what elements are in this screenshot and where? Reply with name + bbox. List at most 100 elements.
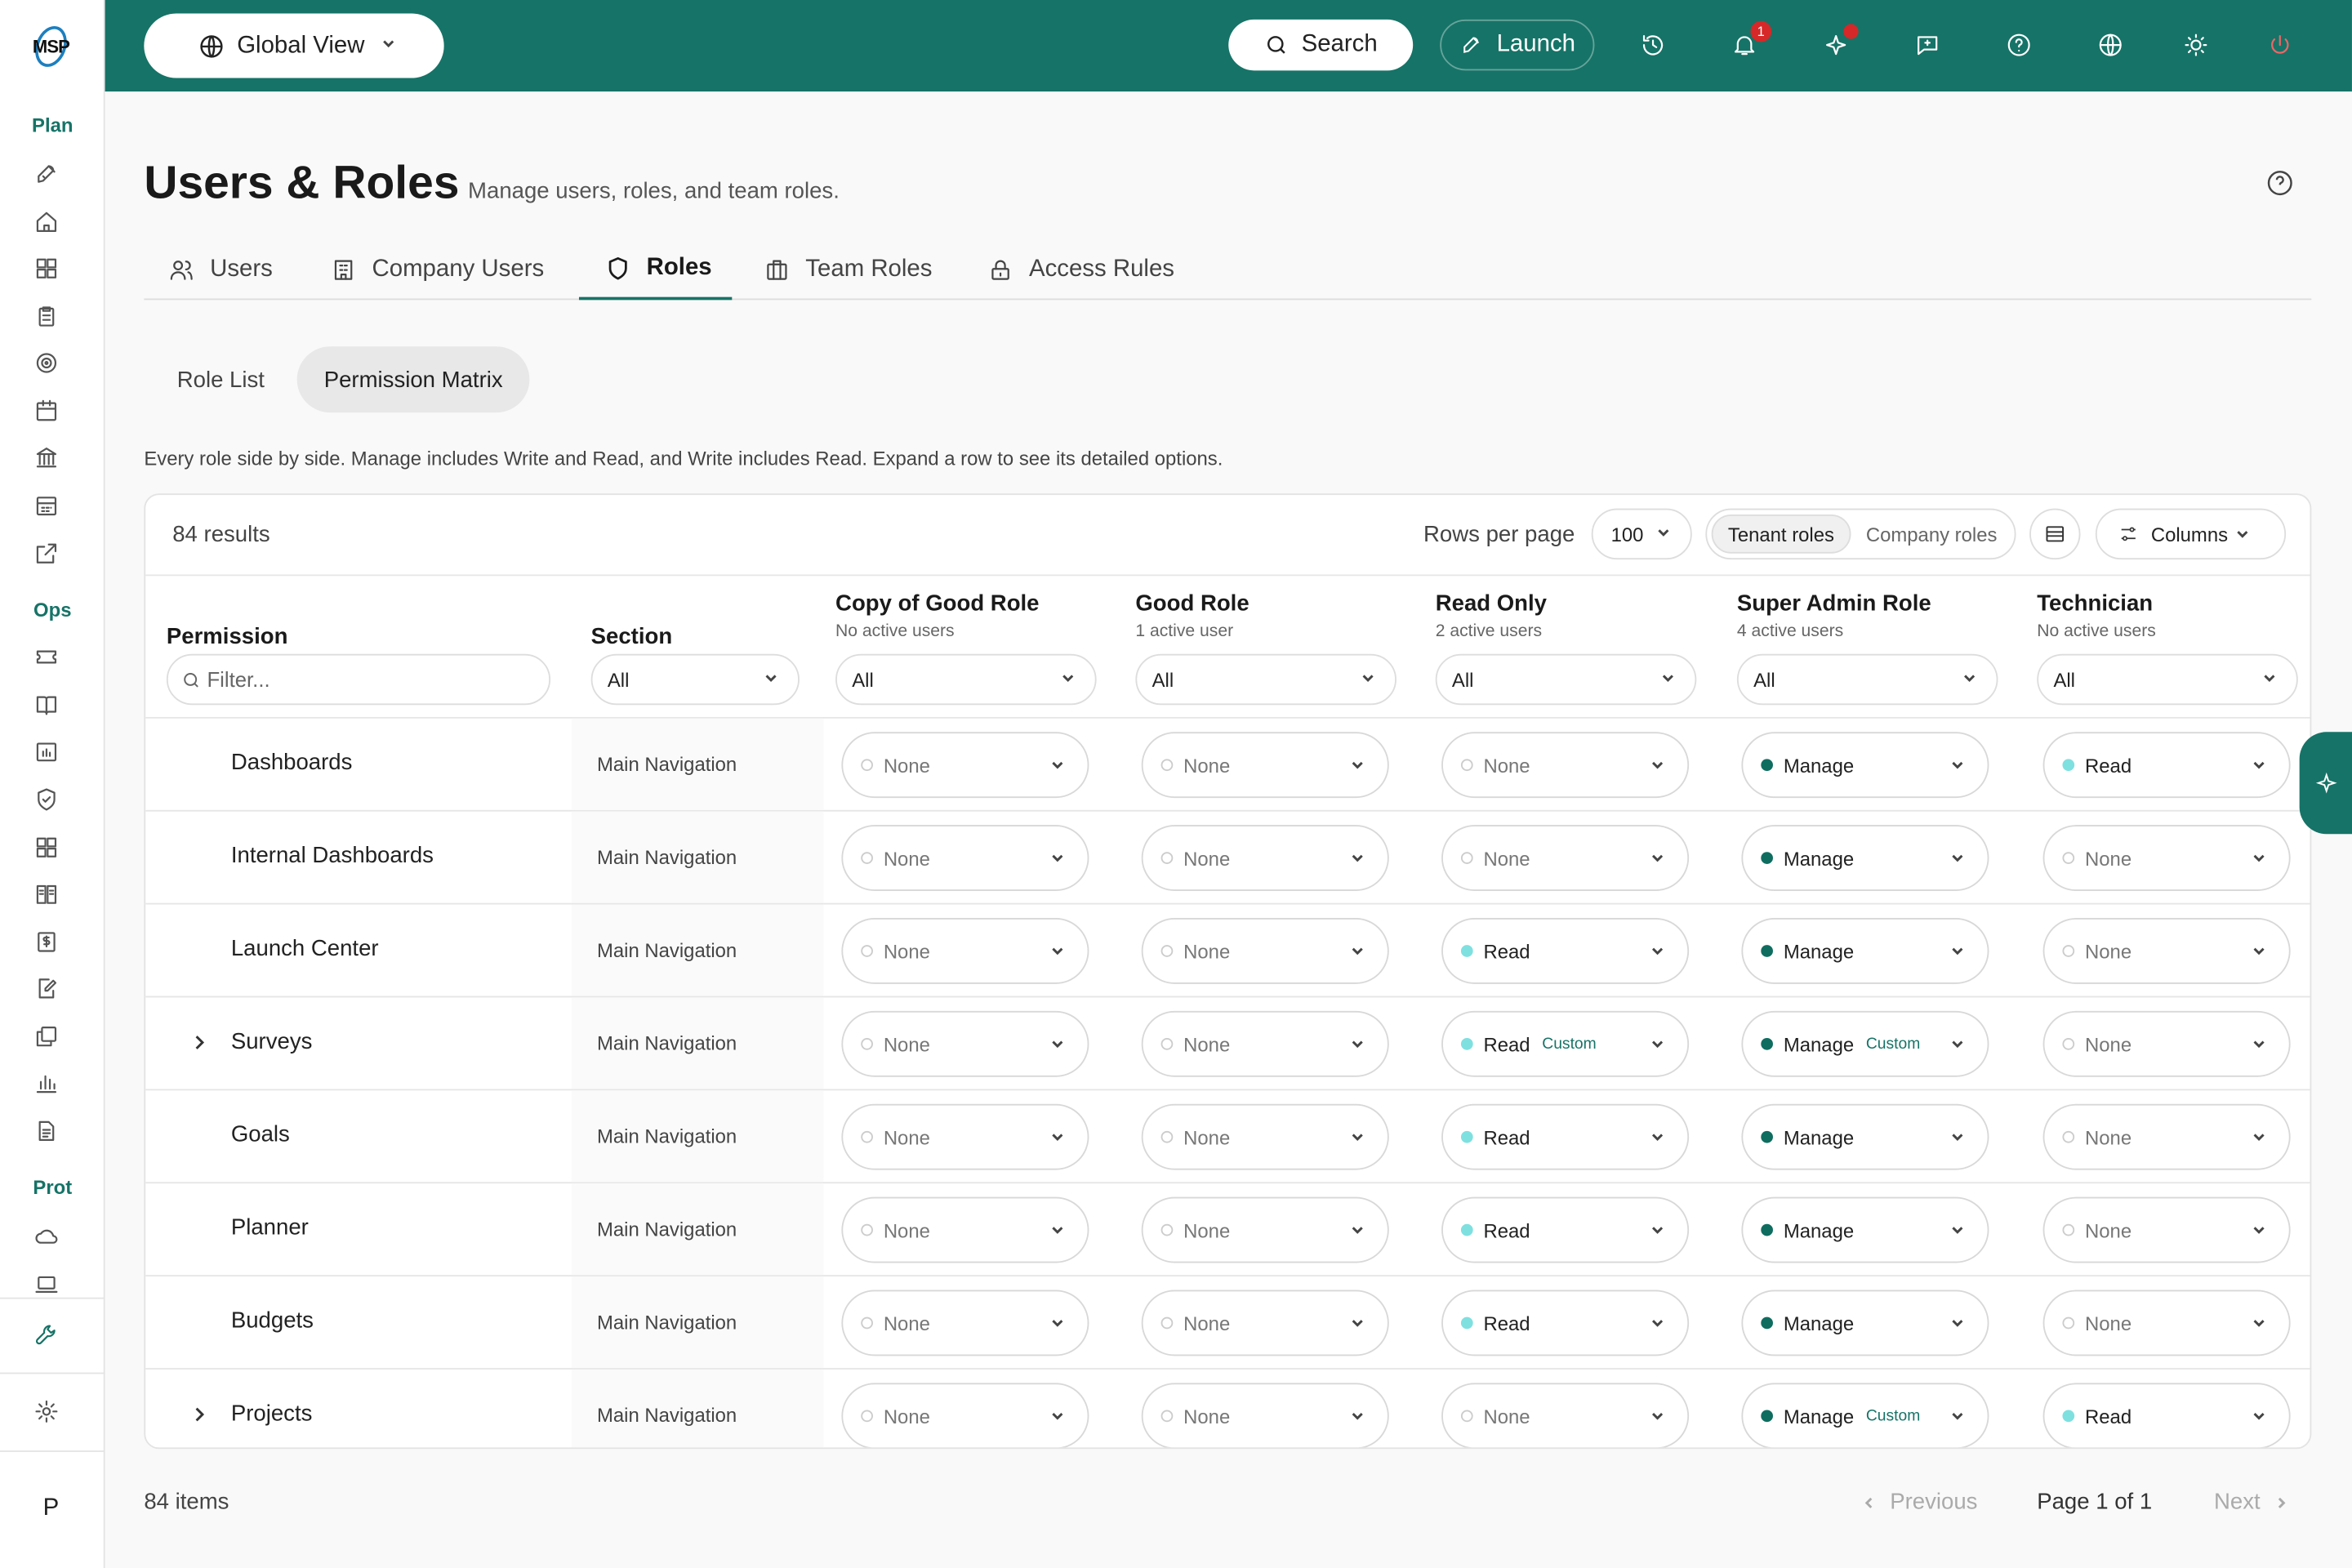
laptop-icon[interactable] — [30, 1267, 63, 1300]
shield-check-icon[interactable] — [30, 783, 63, 816]
permission-level-select[interactable]: Manage Custom — [1741, 1010, 1989, 1077]
external-link-icon[interactable] — [30, 537, 63, 570]
copy-icon[interactable] — [30, 1020, 63, 1053]
columns-button[interactable]: Columns — [2095, 508, 2287, 560]
permission-level-select[interactable]: None — [1441, 732, 1690, 799]
company-roles-toggle[interactable]: Company roles — [1851, 514, 2011, 554]
help-icon[interactable] — [2004, 30, 2034, 60]
bank-icon[interactable] — [30, 441, 63, 474]
permission-level-select[interactable]: Read — [1441, 918, 1690, 984]
bar-chart-icon[interactable] — [30, 1067, 63, 1099]
dashboard-icon[interactable] — [30, 252, 63, 285]
sun-icon[interactable] — [2181, 30, 2212, 60]
permission-level-select[interactable]: None — [841, 825, 1089, 891]
book-icon[interactable] — [30, 688, 63, 721]
permission-level-select[interactable]: None — [1141, 918, 1389, 984]
permission-level-select[interactable]: Manage Custom — [1741, 1383, 1989, 1448]
permission-level-select[interactable]: Manage — [1741, 1290, 1989, 1356]
permission-level-select[interactable]: Read — [1441, 1103, 1690, 1170]
target-icon[interactable] — [30, 346, 63, 379]
calendar-icon[interactable] — [30, 394, 63, 427]
permission-level-select[interactable]: None — [1441, 825, 1690, 891]
role-filter-select[interactable]: All — [1435, 653, 1697, 706]
permission-level-select[interactable]: None — [1441, 1383, 1690, 1448]
next-page-button[interactable]: Next — [2214, 1490, 2290, 1515]
permission-level-select[interactable]: None — [2042, 1196, 2291, 1263]
permission-level-select[interactable]: None — [841, 1103, 1089, 1170]
app-logo[interactable]: MSP — [27, 21, 75, 72]
subtab-permission-matrix[interactable]: Permission Matrix — [296, 346, 530, 413]
permission-level-select[interactable]: None — [841, 1290, 1089, 1356]
clipboard-icon[interactable] — [30, 300, 63, 332]
chart-folder-icon[interactable] — [30, 735, 63, 768]
permission-level-select[interactable]: None — [2042, 1010, 2291, 1077]
section-filter-select[interactable]: All — [590, 653, 800, 706]
wrench-icon[interactable] — [30, 1318, 63, 1351]
history-icon[interactable] — [1638, 30, 1668, 60]
role-filter-select[interactable]: All — [1135, 653, 1396, 706]
tab-access-rules[interactable]: Access Rules — [987, 240, 1174, 300]
previous-page-button[interactable]: Previous — [1860, 1490, 1977, 1515]
permission-level-select[interactable]: Manage — [1741, 1196, 1989, 1263]
bell-icon[interactable]: 1 — [1730, 20, 1772, 60]
global-view-button[interactable]: Global View — [144, 13, 444, 78]
home-icon[interactable] — [30, 206, 63, 238]
tab-roles[interactable]: Roles — [578, 240, 733, 301]
rows-per-page-select[interactable]: 100 — [1591, 508, 1692, 560]
tab-users[interactable]: Users — [168, 240, 273, 300]
role-filter-select[interactable]: All — [835, 653, 1097, 706]
knowledge-icon[interactable] — [30, 877, 63, 910]
subtab-role-list[interactable]: Role List — [150, 346, 292, 412]
ai-assistant-button[interactable] — [2299, 732, 2352, 835]
permission-level-select[interactable]: Manage — [1741, 1103, 1989, 1170]
cloud-icon[interactable] — [30, 1219, 63, 1252]
ticket-icon[interactable] — [30, 640, 63, 673]
tab-team-roles[interactable]: Team Roles — [764, 240, 932, 300]
permission-level-select[interactable]: Read — [1441, 1196, 1690, 1263]
expand-chevron-icon[interactable] — [190, 1404, 208, 1425]
avatar[interactable]: P — [24, 1482, 78, 1536]
permission-level-select[interactable]: None — [841, 1383, 1089, 1448]
feedback-icon[interactable] — [1913, 30, 1943, 60]
permission-level-select[interactable]: Manage — [1741, 732, 1989, 799]
permission-level-select[interactable]: None — [1141, 1103, 1389, 1170]
globe-icon[interactable] — [2096, 30, 2126, 60]
role-filter-select[interactable]: All — [2037, 653, 2298, 706]
tenant-roles-toggle[interactable]: Tenant roles — [1711, 514, 1851, 554]
permission-level-select[interactable]: Read Custom — [1441, 1010, 1690, 1077]
rocket-icon[interactable] — [30, 158, 63, 190]
billing-icon[interactable] — [30, 925, 63, 958]
permission-level-select[interactable]: Read — [1441, 1290, 1690, 1356]
permission-level-select[interactable]: Read — [2042, 1383, 2291, 1448]
permission-level-select[interactable]: None — [1141, 825, 1389, 891]
permission-level-select[interactable]: None — [841, 918, 1089, 984]
settings-icon[interactable] — [30, 1395, 63, 1428]
permission-level-select[interactable]: None — [2042, 918, 2291, 984]
permission-level-select[interactable]: Manage — [1741, 825, 1989, 891]
schedule-icon[interactable] — [30, 489, 63, 522]
permission-level-select[interactable]: None — [1141, 1383, 1389, 1448]
table-view-button[interactable] — [2029, 508, 2081, 560]
permission-filter-input[interactable]: Filter... — [166, 653, 551, 706]
power-icon[interactable] — [2265, 30, 2295, 60]
permission-level-select[interactable]: None — [841, 732, 1089, 799]
permission-level-select[interactable]: None — [841, 1010, 1089, 1077]
permission-level-select[interactable]: None — [2042, 1103, 2291, 1170]
permission-level-select[interactable]: Manage — [1741, 918, 1989, 984]
tab-company-users[interactable]: Company Users — [330, 240, 544, 300]
document-icon[interactable] — [30, 1115, 63, 1147]
permission-level-select[interactable]: Read — [2042, 732, 2291, 799]
permission-level-select[interactable]: None — [1141, 1010, 1389, 1077]
sparkle-icon[interactable] — [1821, 24, 1859, 60]
edit-doc-icon[interactable] — [30, 972, 63, 1004]
permission-level-select[interactable]: None — [1141, 1196, 1389, 1263]
expand-chevron-icon[interactable] — [190, 1032, 208, 1054]
page-help-icon[interactable] — [2265, 168, 2295, 198]
permission-level-select[interactable]: None — [841, 1196, 1089, 1263]
permission-level-select[interactable]: None — [2042, 1290, 2291, 1356]
permission-level-select[interactable]: None — [1141, 1290, 1389, 1356]
search-button[interactable]: Search — [1228, 19, 1414, 71]
permission-level-select[interactable]: None — [1141, 732, 1389, 799]
permission-level-select[interactable]: None — [2042, 825, 2291, 891]
role-filter-select[interactable]: All — [1736, 653, 1998, 706]
